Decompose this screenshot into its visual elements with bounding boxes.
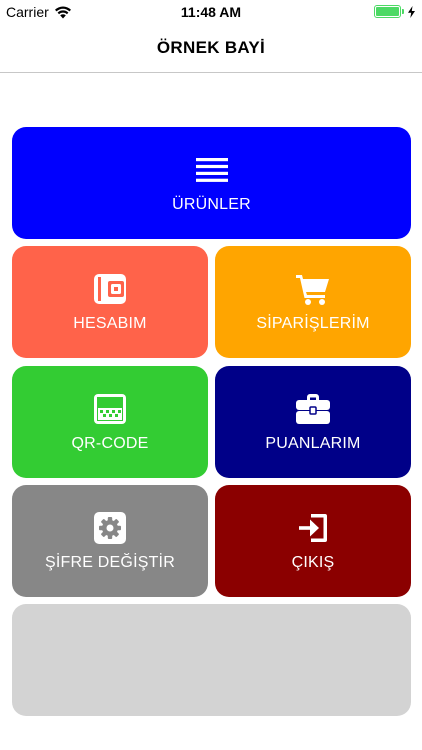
orders-label: SİPARİŞLERİM	[256, 314, 370, 332]
logout-tile[interactable]: ÇIKIŞ	[215, 485, 411, 597]
gear-icon	[93, 511, 127, 545]
wallet-icon	[93, 272, 127, 306]
qr-code-icon	[93, 392, 127, 426]
menu-lines-icon	[195, 153, 229, 187]
status-time: 11:48 AM	[180, 4, 242, 20]
qr-code-label: QR-CODE	[71, 434, 149, 452]
account-label: HESABIM	[73, 314, 147, 332]
points-tile[interactable]: PUANLARIM	[215, 366, 411, 478]
orders-tile[interactable]: SİPARİŞLERİM	[215, 246, 411, 358]
qr-code-tile[interactable]: QR-CODE	[12, 366, 208, 478]
cart-icon	[296, 272, 330, 306]
change-password-tile[interactable]: ŞİFRE DEĞİŞTİR	[12, 485, 208, 597]
products-label: ÜRÜNLER	[172, 195, 251, 213]
battery-icon	[374, 5, 401, 18]
account-tile[interactable]: HESABIM	[12, 246, 208, 358]
navigation-bar: ÖRNEK BAYİ	[0, 24, 422, 73]
empty-tile	[12, 604, 411, 716]
battery-indicator	[374, 5, 416, 18]
logout-icon	[296, 511, 330, 545]
logout-label: ÇIKIŞ	[291, 553, 335, 571]
briefcase-icon	[296, 392, 330, 426]
page-title: ÖRNEK BAYİ	[156, 38, 266, 57]
points-label: PUANLARIM	[265, 434, 361, 452]
status-bar: Carrier 11:48 AM	[0, 0, 422, 24]
products-tile[interactable]: ÜRÜNLER	[12, 127, 411, 239]
charging-bolt-icon	[408, 5, 415, 18]
change-password-label: ŞİFRE DEĞİŞTİR	[45, 553, 175, 571]
